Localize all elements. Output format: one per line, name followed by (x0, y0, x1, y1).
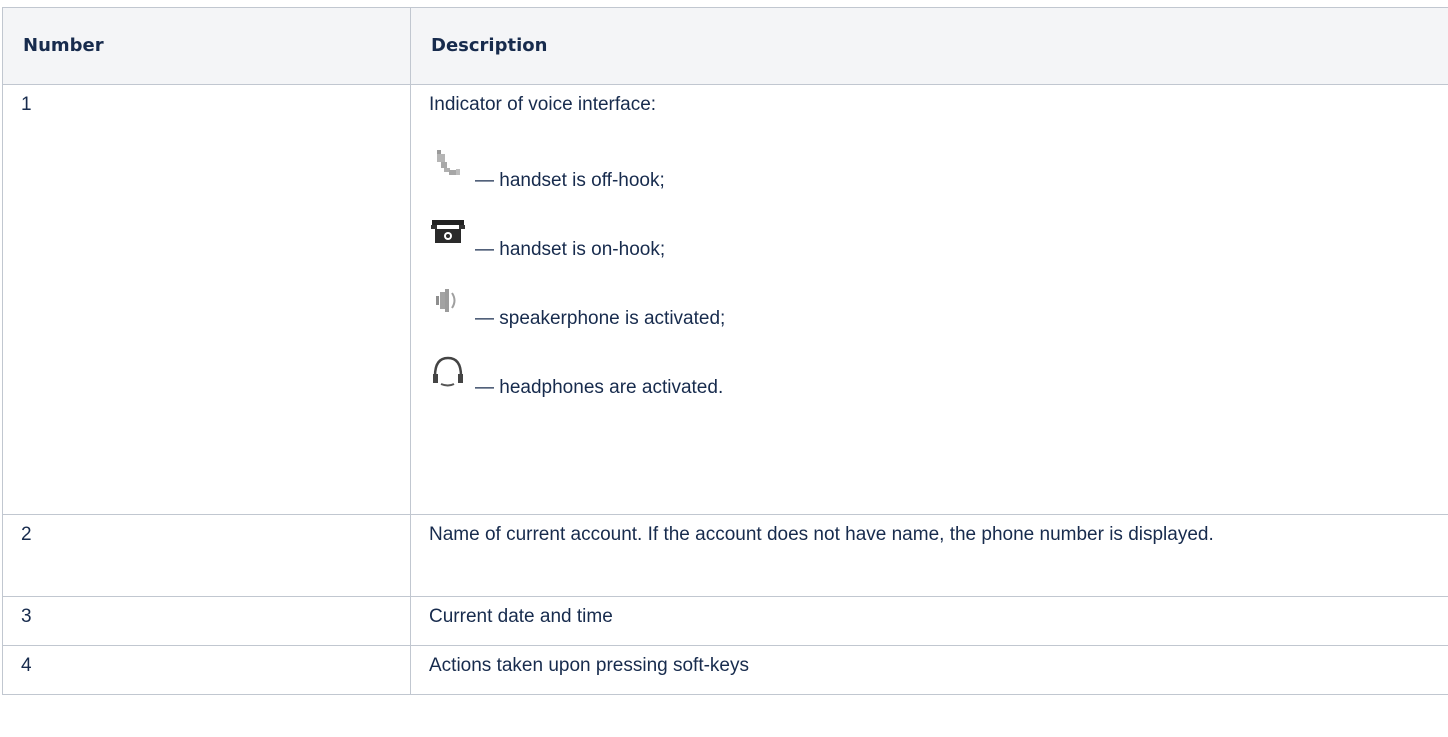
header-description: Description (410, 7, 1448, 85)
row-description: Actions taken upon pressing soft-keys (410, 645, 1448, 695)
indicator-text: — handset is off-hook; (475, 170, 665, 191)
indicator-item: — speakerphone is activated; (429, 285, 1430, 329)
description-table: Number Description 1 Indicator of voice … (2, 7, 1448, 695)
header-row: Number Description (2, 7, 1448, 85)
handset-on-hook-icon (429, 216, 473, 257)
indicator-item: — handset is off-hook; (429, 147, 1430, 191)
indicator-item: — headphones are activated. (429, 354, 1430, 398)
row-number: 4 (2, 645, 411, 695)
indicator-text: — speakerphone is activated; (475, 308, 726, 329)
headphones-icon (429, 354, 473, 395)
row-description: Name of current account. If the account … (410, 514, 1448, 597)
table-row: 4 Actions taken upon pressing soft-keys (2, 645, 1448, 695)
header-number: Number (2, 7, 411, 85)
description-text: Indicator of voice interface: (429, 94, 657, 115)
handset-off-hook-icon (429, 147, 473, 188)
row-number: 3 (2, 596, 411, 646)
row-description: Current date and time (410, 596, 1448, 646)
indicator-item: — handset is on-hook; (429, 216, 1430, 260)
row-number: 2 (2, 514, 411, 597)
table-row: 3 Current date and time (2, 596, 1448, 646)
table-row: 2 Name of current account. If the accoun… (2, 514, 1448, 597)
indicator-text: — headphones are activated. (475, 377, 724, 398)
row-number: 1 (2, 84, 411, 515)
speakerphone-icon (429, 285, 473, 326)
table-row: 1 Indicator of voice interface: — handse… (2, 84, 1448, 515)
row-description: Indicator of voice interface: — handset … (410, 84, 1448, 515)
indicator-text: — handset is on-hook; (475, 239, 666, 260)
